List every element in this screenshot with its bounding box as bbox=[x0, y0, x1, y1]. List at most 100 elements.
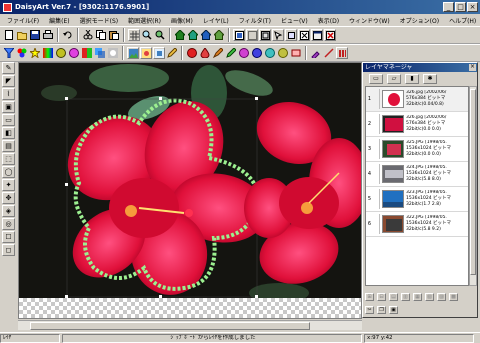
hue-icon[interactable] bbox=[55, 47, 67, 59]
menu-window[interactable]: ウィンドウ(W) bbox=[344, 16, 395, 25]
text-tool-icon[interactable]: ▤ bbox=[2, 140, 15, 152]
layer-row[interactable]: 6 322.JPG [1998/05. 1536x1024 ビットマ 32bit… bbox=[366, 212, 468, 237]
gradient-icon[interactable] bbox=[42, 47, 54, 59]
flatten-icon[interactable]: ▨ bbox=[437, 293, 446, 301]
menu-range[interactable]: 範囲選択(R) bbox=[123, 16, 166, 25]
pen-tool-icon[interactable]: ✎ bbox=[2, 62, 15, 74]
close-icon[interactable] bbox=[324, 29, 336, 41]
shadow-icon[interactable] bbox=[94, 47, 106, 59]
layer-row[interactable]: 4 324.JPG [1998/05. 1536x1024 ビットマ 32bit… bbox=[366, 162, 468, 187]
menu-select-mode[interactable]: 選択モード(S) bbox=[75, 16, 124, 25]
shape-tool-icon[interactable]: ◻ bbox=[2, 244, 15, 256]
sphere-icon[interactable] bbox=[264, 47, 276, 59]
layer-paste-icon[interactable]: ▣ bbox=[389, 306, 398, 314]
eyedropper-icon[interactable] bbox=[310, 47, 322, 59]
merge-icon[interactable]: ⊞ bbox=[365, 293, 374, 301]
mask-icon[interactable]: ▥ bbox=[401, 293, 410, 301]
pen-icon[interactable] bbox=[225, 47, 237, 59]
move-tool-icon[interactable]: ✥ bbox=[2, 192, 15, 204]
menu-filter[interactable]: フィルタ(T) bbox=[234, 16, 276, 25]
blend-icon[interactable]: ▦ bbox=[413, 293, 422, 301]
layer-row[interactable]: 2 326.jpg [2002/06/ 576x384 ビットマ 32bit/c… bbox=[366, 112, 468, 137]
eraser-icon[interactable] bbox=[290, 47, 302, 59]
menu-options[interactable]: オプション(O) bbox=[395, 16, 444, 25]
spray-icon[interactable] bbox=[251, 47, 263, 59]
home-icon[interactable] bbox=[174, 29, 186, 41]
menu-layer[interactable]: レイヤ(L) bbox=[198, 16, 234, 25]
dropper-tool-icon[interactable]: ◈ bbox=[2, 205, 15, 217]
copy-icon[interactable] bbox=[95, 29, 107, 41]
layer-row[interactable]: 3 325.JPG [1998/05. 1536x1024 ビットマ 32bit… bbox=[366, 137, 468, 162]
window-icon[interactable] bbox=[311, 29, 323, 41]
picture-icon[interactable] bbox=[140, 47, 152, 59]
crop-icon[interactable] bbox=[285, 29, 297, 41]
duplicate-icon[interactable]: ❐ bbox=[377, 306, 386, 314]
line-icon[interactable] bbox=[323, 47, 335, 59]
menu-view[interactable]: ビュー(V) bbox=[276, 16, 313, 25]
trash-icon[interactable]: ▮ bbox=[405, 73, 419, 84]
house-icon[interactable] bbox=[187, 29, 199, 41]
brush-tool-icon[interactable]: ⌇ bbox=[2, 88, 15, 100]
link-icon[interactable]: ⊟ bbox=[377, 293, 386, 301]
arrow-tool-icon[interactable]: ◤ bbox=[2, 75, 15, 87]
color-icon[interactable] bbox=[68, 47, 80, 59]
opacity-icon[interactable]: ▧ bbox=[425, 293, 434, 301]
hand-tool-icon[interactable]: ☐ bbox=[2, 231, 15, 243]
stamp-icon[interactable] bbox=[277, 47, 289, 59]
layer-list-scrollbar[interactable] bbox=[469, 86, 477, 286]
paint-red-icon[interactable] bbox=[186, 47, 198, 59]
lock-icon[interactable]: ▤ bbox=[389, 293, 398, 301]
magic-icon[interactable] bbox=[238, 47, 250, 59]
paste-icon[interactable] bbox=[108, 29, 120, 41]
undo-icon[interactable] bbox=[62, 29, 74, 41]
print-icon[interactable] bbox=[42, 29, 54, 41]
star-icon[interactable] bbox=[29, 47, 41, 59]
layer-row[interactable]: 5 323.JPG [1998/05. 1536x1024 ビットマ 32bit… bbox=[366, 187, 468, 212]
menu-image[interactable]: 画像(M) bbox=[166, 16, 198, 25]
shelter-icon[interactable] bbox=[213, 29, 225, 41]
maximize-button[interactable]: □ bbox=[455, 2, 466, 12]
layout-icon[interactable] bbox=[233, 29, 245, 41]
menu-display[interactable]: 表示(D) bbox=[313, 16, 344, 25]
menu-file[interactable]: ファイル(F) bbox=[2, 16, 44, 25]
select-rect-icon[interactable] bbox=[246, 29, 258, 41]
layer-visibility-toggle[interactable] bbox=[373, 214, 380, 234]
new-layer-icon[interactable]: ▭ bbox=[369, 73, 383, 84]
image-canvas[interactable] bbox=[18, 62, 362, 319]
layer-manager-close-button[interactable]: × bbox=[469, 64, 476, 71]
grid-icon[interactable] bbox=[128, 29, 140, 41]
frame-icon[interactable] bbox=[259, 29, 271, 41]
eraser-tool-icon[interactable]: ▭ bbox=[2, 114, 15, 126]
group-icon[interactable]: ▩ bbox=[449, 293, 458, 301]
photo-icon[interactable] bbox=[153, 47, 165, 59]
layer-visibility-toggle[interactable] bbox=[373, 114, 380, 134]
image-icon[interactable] bbox=[127, 47, 139, 59]
building-icon[interactable] bbox=[200, 29, 212, 41]
zoom-in-icon[interactable] bbox=[141, 29, 153, 41]
bars-icon[interactable] bbox=[336, 47, 348, 59]
scroll-thumb[interactable] bbox=[30, 322, 310, 330]
menu-edit[interactable]: 編集(E) bbox=[44, 16, 74, 25]
blur-icon[interactable] bbox=[107, 47, 119, 59]
fill-icon[interactable] bbox=[81, 47, 93, 59]
layer-visibility-toggle[interactable] bbox=[373, 164, 380, 184]
stamp-tool-icon[interactable]: ▣ bbox=[2, 101, 15, 113]
layer-row[interactable]: 1 326.jpg [2002/06/ 576x384 ビットマ 32bit/c… bbox=[366, 87, 468, 112]
layer-scroll-thumb[interactable] bbox=[470, 89, 476, 275]
open-icon[interactable] bbox=[16, 29, 28, 41]
palette-icon[interactable] bbox=[16, 47, 28, 59]
arrow-icon[interactable] bbox=[272, 29, 284, 41]
minimize-button[interactable]: _ bbox=[443, 2, 454, 12]
settings-icon[interactable]: ✱ bbox=[423, 73, 437, 84]
menu-help[interactable]: ヘルプ(H) bbox=[444, 16, 480, 25]
fill-tool-icon[interactable]: ◧ bbox=[2, 127, 15, 139]
cut-icon[interactable] bbox=[82, 29, 94, 41]
close-button[interactable]: × bbox=[467, 2, 478, 12]
pencil-icon[interactable] bbox=[166, 47, 178, 59]
horizontal-scrollbar[interactable] bbox=[18, 320, 362, 330]
new-icon[interactable] bbox=[3, 29, 15, 41]
layer-visibility-toggle[interactable] bbox=[373, 189, 380, 209]
drop-icon[interactable] bbox=[199, 47, 211, 59]
select-tool-icon[interactable]: ⬚ bbox=[2, 153, 15, 165]
zoom-tool-icon[interactable]: ◎ bbox=[2, 218, 15, 230]
